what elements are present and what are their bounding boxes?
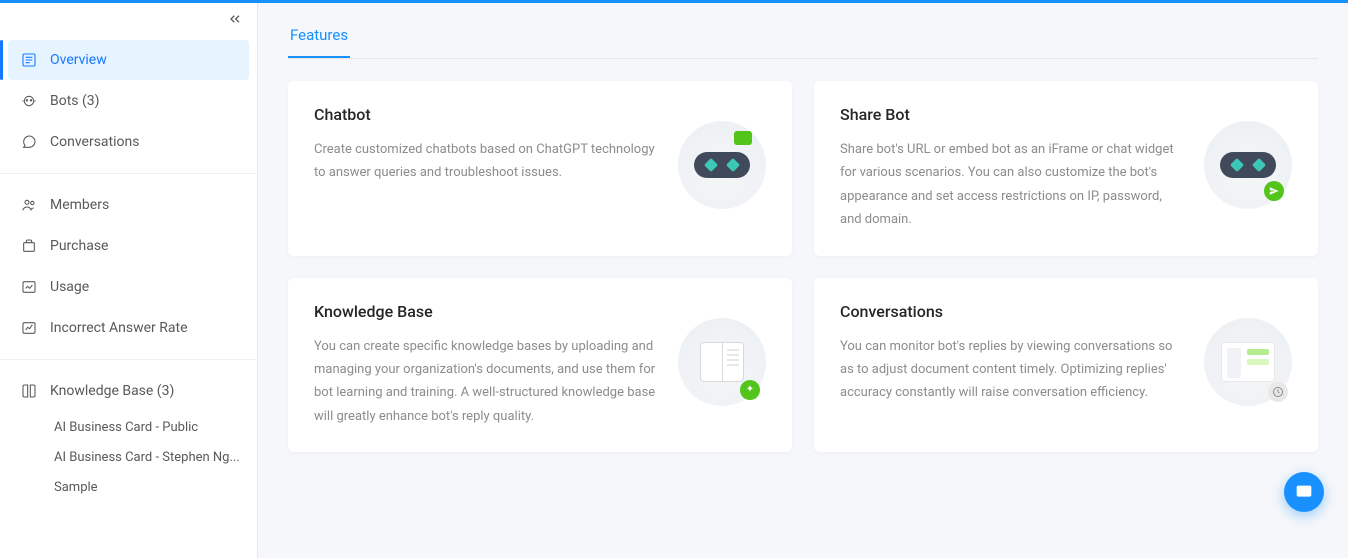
nav-usage[interactable]: Usage	[8, 267, 249, 307]
chatbot-illustration	[678, 121, 766, 209]
purchase-icon	[20, 237, 38, 255]
bot-icon	[20, 92, 38, 110]
help-chat-button[interactable]	[1284, 472, 1324, 512]
nav-overview[interactable]: Overview	[8, 40, 249, 80]
nav-knowledge-base[interactable]: Knowledge Base (3)	[8, 371, 249, 411]
nav-divider	[0, 359, 257, 360]
chat-icon	[20, 133, 38, 151]
nav-incorrect-answer-rate[interactable]: Incorrect Answer Rate	[8, 308, 249, 348]
card-title: Knowledge Base	[314, 302, 656, 321]
card-title: Chatbot	[314, 105, 656, 124]
nav-label: Knowledge Base (3)	[50, 383, 174, 399]
history-icon	[1268, 382, 1288, 402]
nav-label: Purchase	[50, 238, 108, 254]
nav-bots[interactable]: Bots (3)	[8, 81, 249, 121]
nav-label: Incorrect Answer Rate	[50, 320, 188, 336]
nav-label: Usage	[50, 279, 89, 295]
answer-rate-icon	[20, 319, 38, 337]
gear-icon: ✦	[740, 380, 760, 400]
feature-cards-grid: Chatbot Create customized chatbots based…	[288, 81, 1318, 452]
collapse-sidebar-icon[interactable]	[227, 11, 243, 31]
sharebot-illustration	[1204, 121, 1292, 209]
kb-item[interactable]: AI Business Card - Public	[8, 412, 249, 442]
sidebar: Overview Bots (3) Conversations Members …	[0, 3, 258, 558]
nav-conversations[interactable]: Conversations	[8, 122, 249, 162]
nav-divider	[0, 173, 257, 174]
robot-icon	[694, 152, 750, 178]
card-knowledge-base[interactable]: Knowledge Base You can create specific k…	[288, 278, 792, 453]
card-chatbot[interactable]: Chatbot Create customized chatbots based…	[288, 81, 792, 256]
tabs: Features	[288, 25, 1318, 59]
chat-bubble-icon	[734, 131, 752, 145]
tab-features[interactable]: Features	[288, 26, 350, 58]
nav-label: Members	[50, 197, 109, 213]
card-title: Conversations	[840, 302, 1182, 321]
card-conversations[interactable]: Conversations You can monitor bot's repl…	[814, 278, 1318, 453]
layout-icon	[1221, 342, 1275, 382]
layout-container: Overview Bots (3) Conversations Members …	[0, 3, 1348, 558]
book-icon	[700, 342, 744, 382]
conversations-illustration	[1204, 318, 1292, 406]
nav-label: Overview	[50, 52, 107, 68]
kb-item[interactable]: Sample	[8, 472, 249, 502]
nav-label: Bots (3)	[50, 93, 100, 109]
book-icon	[20, 382, 38, 400]
nav-purchase[interactable]: Purchase	[8, 226, 249, 266]
card-desc: Create customized chatbots based on Chat…	[314, 138, 656, 185]
share-icon	[1264, 181, 1284, 201]
nav-group-kb: Knowledge Base (3) AI Business Card - Pu…	[0, 366, 257, 506]
card-desc: You can monitor bot's replies by viewing…	[840, 335, 1182, 405]
usage-icon	[20, 278, 38, 296]
card-share-bot[interactable]: Share Bot Share bot's URL or embed bot a…	[814, 81, 1318, 256]
overview-icon	[20, 51, 38, 69]
nav-label: Conversations	[50, 134, 139, 150]
nav-members[interactable]: Members	[8, 185, 249, 225]
card-desc: Share bot's URL or embed bot as an iFram…	[840, 138, 1182, 232]
robot-icon	[1220, 152, 1276, 178]
main-content: Features Chatbot Create customized chatb…	[258, 3, 1348, 558]
nav-group-primary: Overview Bots (3) Conversations	[0, 35, 257, 167]
members-icon	[20, 196, 38, 214]
nav-group-secondary: Members Purchase Usage Incorrect Answer …	[0, 180, 257, 353]
kb-illustration: ✦	[678, 318, 766, 406]
card-desc: You can create specific knowledge bases …	[314, 335, 656, 429]
card-title: Share Bot	[840, 105, 1182, 124]
kb-item[interactable]: AI Business Card - Stephen Ng...	[8, 442, 249, 472]
